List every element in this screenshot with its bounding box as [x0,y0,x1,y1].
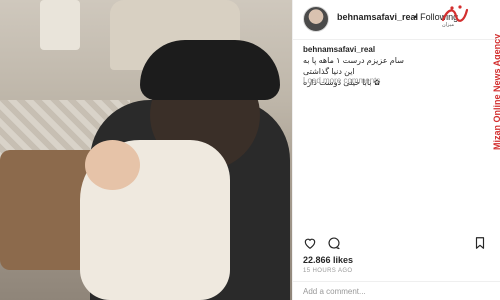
watermark-logo-text: میزان [442,22,455,28]
comment-icon[interactable] [327,236,341,250]
load-more-comments-link[interactable]: Load more comments [303,76,380,85]
post-timestamp: 15 HOURS AGO [303,268,353,274]
baby-head-shape [85,140,140,190]
likes-count[interactable]: 22.866 likes [303,255,353,265]
cap-shape [140,40,280,100]
comment-input[interactable] [303,285,483,298]
caption-line-1: سام عزیزم درست ۱ ماهه پا به [303,56,404,65]
caption-username[interactable]: behnamsafavi_real [303,45,375,54]
watermark-vertical-text: Mizan Online News Agency [492,33,500,150]
follow-dot: • [414,12,418,22]
bookmark-icon[interactable] [473,236,487,250]
avatar[interactable] [303,6,329,32]
post-photo[interactable] [0,0,292,300]
add-comment-bar [293,281,500,300]
heart-icon[interactable] [303,236,317,250]
post-side-panel: behnamsafavi_real • Following behnamsafav… [292,0,500,300]
lamp-shape [40,0,80,50]
username-link[interactable]: behnamsafavi_real [337,12,418,22]
watermark-vertical: Mizan Online News Agency [478,30,500,150]
